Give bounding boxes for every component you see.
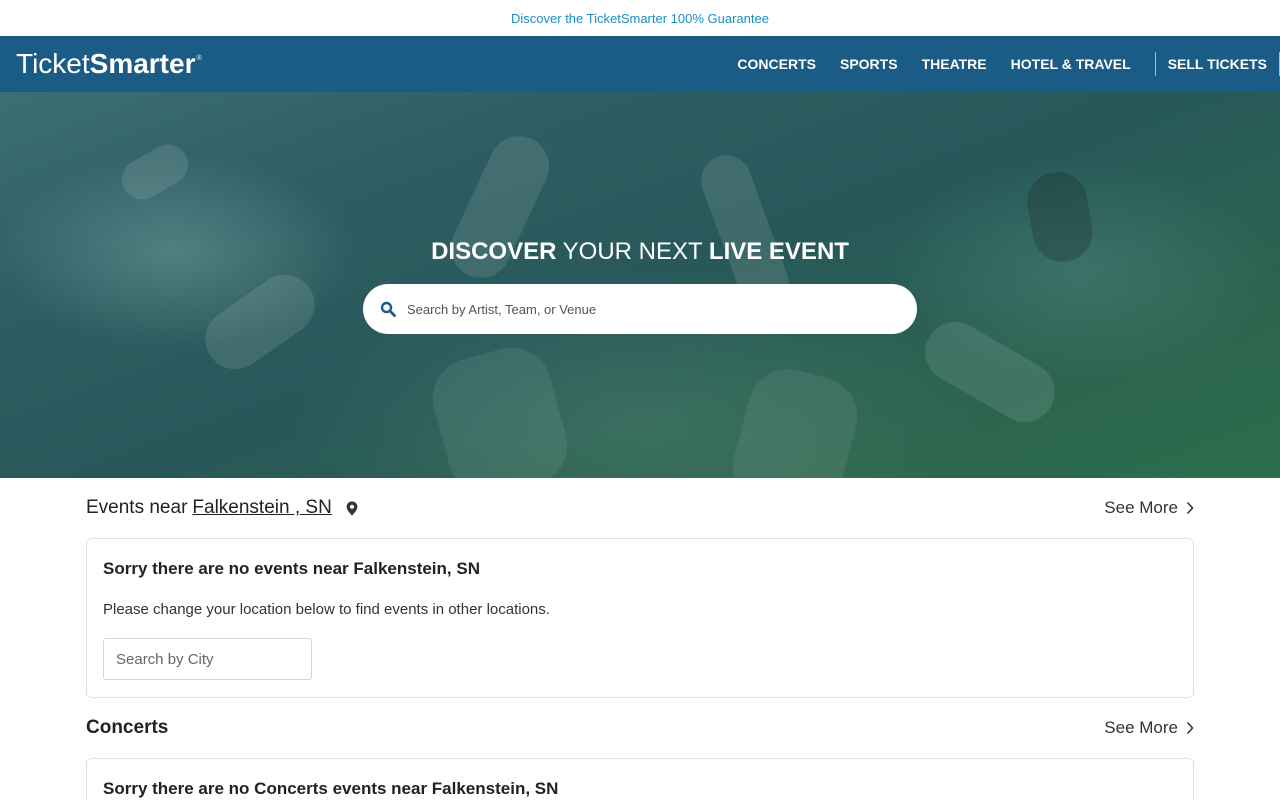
ticketsmarter-logo[interactable]: Ticket Smarter ® xyxy=(16,49,202,79)
promo-bar: Discover the TicketSmarter 100% Guarante… xyxy=(0,0,1280,36)
events-near-empty-text: Please change your location below to fin… xyxy=(103,601,550,618)
nav-links: CONCERTS SPORTS THEATRE HOTEL & TRAVEL S… xyxy=(713,36,1280,92)
hero-crowd-hand xyxy=(114,137,196,207)
events-near-header: Events near Falkenstein , SN See More xyxy=(86,493,1194,523)
hero-title-discover: DISCOVER xyxy=(431,238,557,265)
concerts-card: Sorry there are no Concerts events near … xyxy=(86,758,1194,800)
logo-text-ticket: Ticket xyxy=(16,48,90,79)
events-near-label: Events near xyxy=(86,497,188,518)
concerts-header: Concerts See More xyxy=(86,713,1194,743)
event-search-input[interactable] xyxy=(407,301,887,317)
nav-concerts[interactable]: CONCERTS xyxy=(737,56,816,72)
concerts-see-more[interactable]: See More xyxy=(1104,718,1194,738)
hero-banner: DISCOVER YOUR NEXT LIVE EVENT xyxy=(0,92,1280,478)
concerts-empty-title: Sorry there are no Concerts events near … xyxy=(103,779,559,798)
events-near-title: Events near Falkenstein , SN xyxy=(86,497,358,519)
events-near-card: Sorry there are no events near Falkenste… xyxy=(86,538,1194,698)
location-link[interactable]: Falkenstein , SN xyxy=(192,497,331,519)
see-more-label: See More xyxy=(1104,498,1178,517)
hero-crowd-hand xyxy=(193,263,327,381)
nav-divider xyxy=(1154,52,1156,76)
hero-crowd-arm xyxy=(723,360,867,478)
nav-sell-tickets[interactable]: SELL TICKETS xyxy=(1168,56,1267,72)
events-near-see-more[interactable]: See More xyxy=(1104,498,1194,518)
see-more-label: See More xyxy=(1104,718,1178,737)
chevron-right-icon xyxy=(1186,721,1194,735)
nav-sports[interactable]: SPORTS xyxy=(840,56,898,72)
logo-registered-mark: ® xyxy=(196,55,202,62)
hero-crowd-hand xyxy=(914,311,1066,433)
hero-crowd-arm xyxy=(423,338,577,478)
nav-theatre[interactable]: THEATRE xyxy=(922,56,987,72)
map-pin-icon[interactable] xyxy=(346,501,358,516)
city-search-input[interactable] xyxy=(103,638,312,680)
nav-hotel-travel[interactable]: HOTEL & TRAVEL xyxy=(1011,56,1131,72)
hero-title-your-next: YOUR NEXT xyxy=(556,238,709,265)
hero-title-live-event: LIVE EVENT xyxy=(708,238,849,265)
events-near-empty-title: Sorry there are no events near Falkenste… xyxy=(103,559,480,578)
logo-text-smarter: Smarter xyxy=(89,48,196,79)
hero-title: DISCOVER YOUR NEXT LIVE EVENT xyxy=(0,236,1280,268)
search-icon[interactable] xyxy=(373,294,403,324)
concerts-title: Concerts xyxy=(86,717,169,738)
main-navbar: Ticket Smarter ® CONCERTS SPORTS THEATRE… xyxy=(0,36,1280,92)
event-search-box[interactable] xyxy=(363,284,917,334)
guarantee-link[interactable]: Discover the TicketSmarter 100% Guarante… xyxy=(511,11,769,26)
chevron-right-icon xyxy=(1186,501,1194,515)
